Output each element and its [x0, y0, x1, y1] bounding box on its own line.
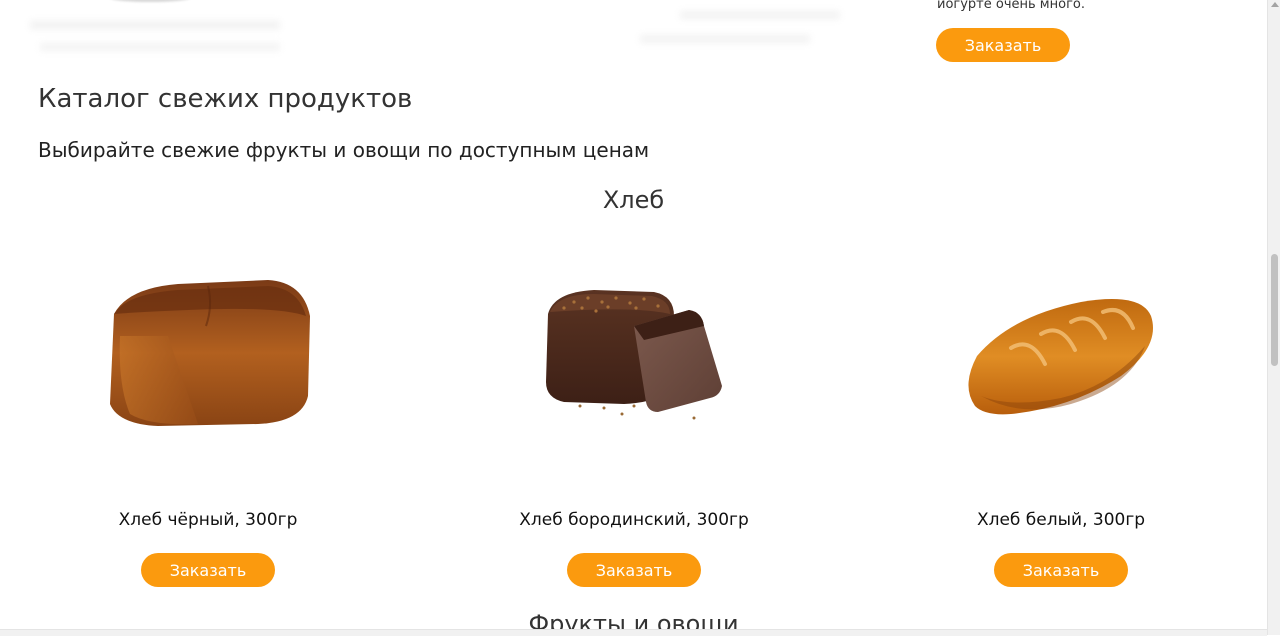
page: йогурте очень много. Заказать Каталог св… [0, 0, 1267, 635]
product-name: Хлеб бородинский, 300гр [519, 510, 749, 530]
scroll-up-arrow-icon[interactable] [1271, 2, 1279, 7]
scrollbar-thumb[interactable] [1271, 254, 1278, 366]
previous-product-description: йогурте очень много. [937, 0, 1085, 12]
borodinsky-bread-image [546, 290, 722, 420]
vertical-scrollbar[interactable] [1267, 0, 1280, 635]
product-name: Хлеб чёрный, 300гр [118, 510, 298, 530]
product-name: Хлеб белый, 300гр [976, 510, 1146, 530]
white-bread-image [968, 299, 1153, 415]
previous-product-text-fragment [640, 10, 840, 50]
previous-product-image-fragment [20, 0, 280, 60]
black-bread-image [110, 280, 310, 426]
catalog-title: Каталог свежих продуктов [38, 84, 413, 114]
order-button[interactable]: Заказать [567, 553, 701, 587]
order-button[interactable]: Заказать [936, 28, 1070, 62]
category-title: Хлеб [602, 186, 665, 214]
order-button[interactable]: Заказать [994, 553, 1128, 587]
order-button[interactable]: Заказать [141, 553, 275, 587]
catalog-subtitle: Выбирайте свежие фрукты и овощи по досту… [38, 138, 650, 162]
